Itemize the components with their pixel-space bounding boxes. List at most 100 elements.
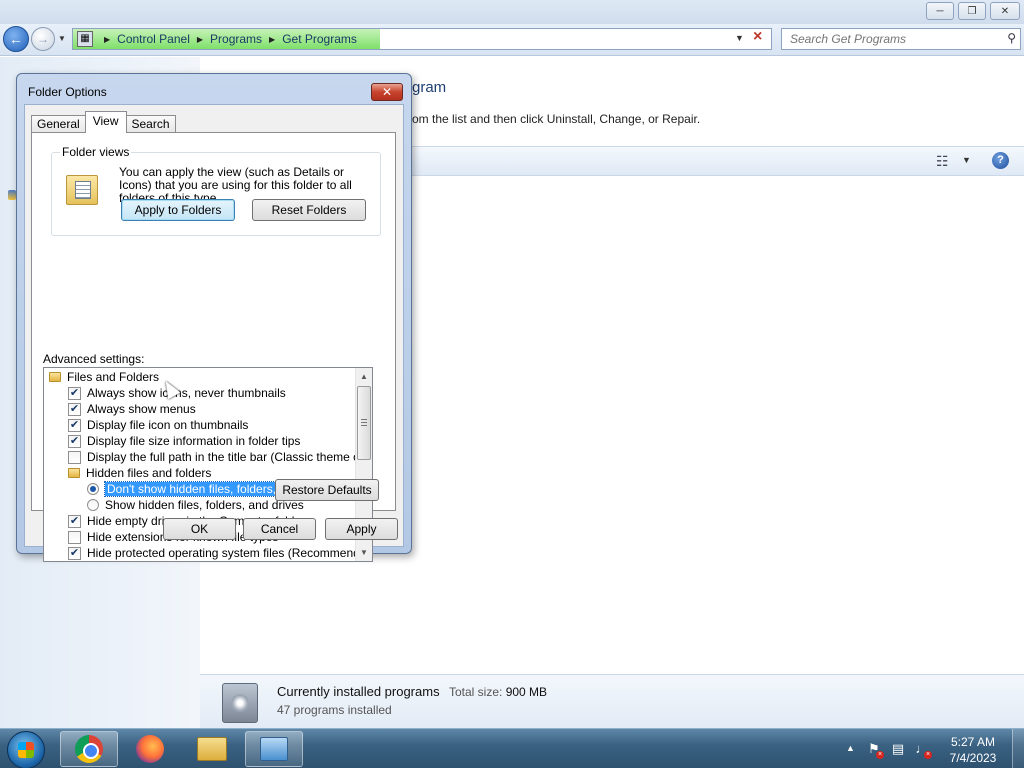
- total-size-value: 900 MB: [505, 685, 548, 699]
- setting-row[interactable]: ✔ Display file size information in folder…: [68, 433, 300, 449]
- setting-checkbox[interactable]: [68, 450, 81, 464]
- volume-muted-icon[interactable]: ♩ ×: [914, 741, 932, 759]
- window-titlebar: ─ ❐ ✕: [0, 0, 1024, 24]
- setting-label: Hide protected operating system files (R…: [87, 546, 373, 560]
- taskbar-firefox-button[interactable]: [121, 731, 179, 767]
- breadcrumb-control-panel[interactable]: Control Panel: [117, 32, 190, 46]
- setting-label: Display the full path in the title bar (…: [87, 450, 373, 464]
- firefox-icon: [136, 735, 164, 763]
- advanced-settings-label: Advanced settings:: [43, 352, 145, 366]
- dialog-title: Folder Options: [28, 85, 107, 99]
- folder-icon: [49, 372, 61, 382]
- folder-options-dialog: Folder Options ✕ General View Search Fol…: [16, 73, 412, 562]
- tree-folder-row: Files and Folders: [49, 369, 159, 385]
- cancel-button[interactable]: Cancel: [243, 518, 316, 540]
- breadcrumb-chevron-icon[interactable]: ▶: [197, 35, 203, 44]
- installed-programs-title: Currently installed programs: [277, 684, 440, 699]
- forward-arrow-icon[interactable]: →: [31, 27, 55, 51]
- breadcrumb-programs[interactable]: Programs: [210, 32, 262, 46]
- address-bar[interactable]: ▦ ▶ Control Panel ▶ Programs ▶ Get Progr…: [72, 28, 772, 50]
- setting-checkbox[interactable]: ✔: [68, 514, 81, 528]
- setting-checkbox[interactable]: [68, 530, 81, 544]
- installed-programs-icon: [222, 683, 258, 723]
- setting-label: Show hidden files, folders, and drives: [105, 498, 304, 512]
- help-icon[interactable]: ?: [992, 152, 1009, 169]
- setting-label: Files and Folders: [67, 370, 160, 384]
- scroll-up-icon[interactable]: ▲: [356, 368, 372, 385]
- setting-checkbox[interactable]: ✔: [68, 434, 81, 448]
- scroll-thumb[interactable]: [357, 386, 371, 460]
- scroll-down-icon[interactable]: ▼: [356, 544, 372, 561]
- clock-date: 7/4/2023: [949, 751, 997, 765]
- minimize-button[interactable]: ─: [926, 2, 954, 20]
- navigation-bar: ← → ▼ ▦ ▶ Control Panel ▶ Programs ▶ Get…: [0, 24, 1024, 56]
- folder-views-icon: [66, 175, 98, 205]
- programs-count: 47 programs installed: [277, 703, 392, 717]
- stop-loading-icon[interactable]: ×: [753, 28, 762, 46]
- setting-label: Hidden files and folders: [86, 466, 212, 480]
- setting-checkbox[interactable]: ✔: [68, 418, 81, 432]
- reset-folders-button[interactable]: Reset Folders: [252, 199, 366, 221]
- system-clock[interactable]: 5:27 AM 7/4/2023: [940, 734, 1006, 766]
- setting-checkbox[interactable]: ✔: [68, 402, 81, 416]
- start-button[interactable]: [7, 731, 45, 768]
- setting-row[interactable]: ✔ Hide protected operating system files (…: [68, 545, 373, 561]
- taskbar-control-panel-button[interactable]: [245, 731, 303, 767]
- recent-pages-chevron-icon[interactable]: ▼: [58, 34, 66, 43]
- apply-to-folders-button[interactable]: Apply to Folders: [121, 199, 235, 221]
- tab-view[interactable]: View: [84, 111, 127, 133]
- setting-row[interactable]: ✔ Always show menus: [68, 401, 196, 417]
- breadcrumb-chevron-icon[interactable]: ▶: [269, 35, 275, 44]
- setting-checkbox[interactable]: ✔: [68, 386, 81, 400]
- address-dropdown-icon[interactable]: ▼: [735, 33, 744, 43]
- window-close-button[interactable]: ✕: [990, 2, 1020, 20]
- breadcrumb-chevron-icon[interactable]: ▶: [104, 35, 110, 44]
- clock-time: 5:27 AM: [950, 735, 996, 749]
- setting-radio[interactable]: [87, 499, 99, 511]
- tab-strip: General View Search: [31, 111, 176, 133]
- setting-label: Always show menus: [87, 402, 196, 416]
- maximize-button[interactable]: ❐: [958, 2, 986, 20]
- tab-general[interactable]: General: [31, 115, 86, 133]
- back-arrow-icon[interactable]: ←: [3, 26, 29, 52]
- breadcrumb-get-programs[interactable]: Get Programs: [282, 32, 357, 46]
- control-panel-icon: [260, 737, 288, 761]
- setting-label: Display file icon on thumbnails: [87, 418, 249, 432]
- apply-button[interactable]: Apply: [325, 518, 398, 540]
- setting-row[interactable]: Display the full path in the title bar (…: [68, 449, 373, 465]
- view-options-icon[interactable]: ☷: [936, 153, 949, 170]
- search-input[interactable]: [782, 29, 992, 49]
- ok-button[interactable]: OK: [163, 518, 236, 540]
- details-pane: Currently installed programs Total size:…: [200, 674, 1024, 728]
- show-hidden-icons-icon[interactable]: ▲: [846, 743, 855, 753]
- close-icon[interactable]: ✕: [371, 83, 403, 101]
- file-explorer-icon: [197, 737, 227, 761]
- taskbar-explorer-button[interactable]: [183, 731, 241, 767]
- view-dropdown-icon[interactable]: ▼: [962, 155, 971, 165]
- control-panel-icon: ▦: [77, 31, 93, 47]
- setting-checkbox[interactable]: ✔: [68, 546, 81, 560]
- muted-x-icon: ×: [924, 751, 932, 759]
- setting-radio[interactable]: [87, 483, 99, 495]
- show-desktop-button[interactable]: [1012, 729, 1024, 768]
- tab-search[interactable]: Search: [125, 115, 176, 133]
- action-center-flag-icon[interactable]: ⚑ ×: [866, 741, 884, 759]
- breadcrumb: ▶ Control Panel ▶ Programs ▶ Get Program…: [97, 32, 357, 46]
- shield-icon: [8, 190, 16, 200]
- chrome-icon: [75, 735, 103, 763]
- warning-x-icon: ×: [876, 751, 884, 759]
- view-tab-panel: Folder views You can apply the view (suc…: [31, 132, 396, 562]
- restore-defaults-button[interactable]: Restore Defaults: [275, 479, 379, 501]
- network-icon[interactable]: ▤: [890, 741, 906, 757]
- search-icon[interactable]: ⚲: [1007, 31, 1016, 45]
- tree-folder-row: Hidden files and folders: [68, 465, 211, 481]
- setting-label: Display file size information in folder …: [87, 434, 301, 448]
- folder-views-legend: Folder views: [60, 145, 132, 159]
- folder-views-group: Folder views You can apply the view (suc…: [51, 145, 381, 236]
- taskbar-chrome-button[interactable]: [60, 731, 118, 767]
- setting-row[interactable]: Show hidden files, folders, and drives: [87, 497, 304, 513]
- search-box[interactable]: ⚲: [781, 28, 1021, 50]
- total-size-label: Total size:: [449, 685, 503, 699]
- setting-row[interactable]: ✔ Display file icon on thumbnails: [68, 417, 248, 433]
- page-title: gram: [412, 79, 447, 96]
